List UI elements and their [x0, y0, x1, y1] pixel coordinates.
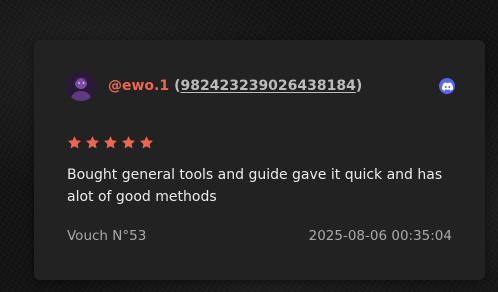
vouch-timestamp: 2025-08-06 00:35:04 — [308, 228, 452, 244]
review-text: Bought general tools and guide gave it q… — [67, 167, 443, 205]
discord-icon — [439, 78, 455, 94]
username[interactable]: @ewo.1 — [108, 78, 169, 94]
vouch-card: @ewo.1 (982423239026438184) Bought gener… — [34, 40, 485, 280]
user-id-value[interactable]: 982423239026438184 — [181, 78, 356, 94]
avatar[interactable] — [66, 71, 96, 101]
star-icon — [122, 136, 135, 149]
vouch-number: Vouch N°53 — [67, 228, 147, 244]
star-rating — [67, 135, 154, 150]
star-icon — [104, 136, 117, 149]
vouch-footer: Vouch N°53 2025-08-06 00:35:04 — [67, 228, 452, 244]
user-id[interactable]: (982423239026438184) — [174, 78, 362, 94]
star-icon — [140, 136, 153, 149]
vouch-header: @ewo.1 (982423239026438184) — [66, 70, 455, 102]
star-icon — [68, 136, 81, 149]
star-icon — [86, 136, 99, 149]
user-id-close: ) — [355, 78, 363, 94]
